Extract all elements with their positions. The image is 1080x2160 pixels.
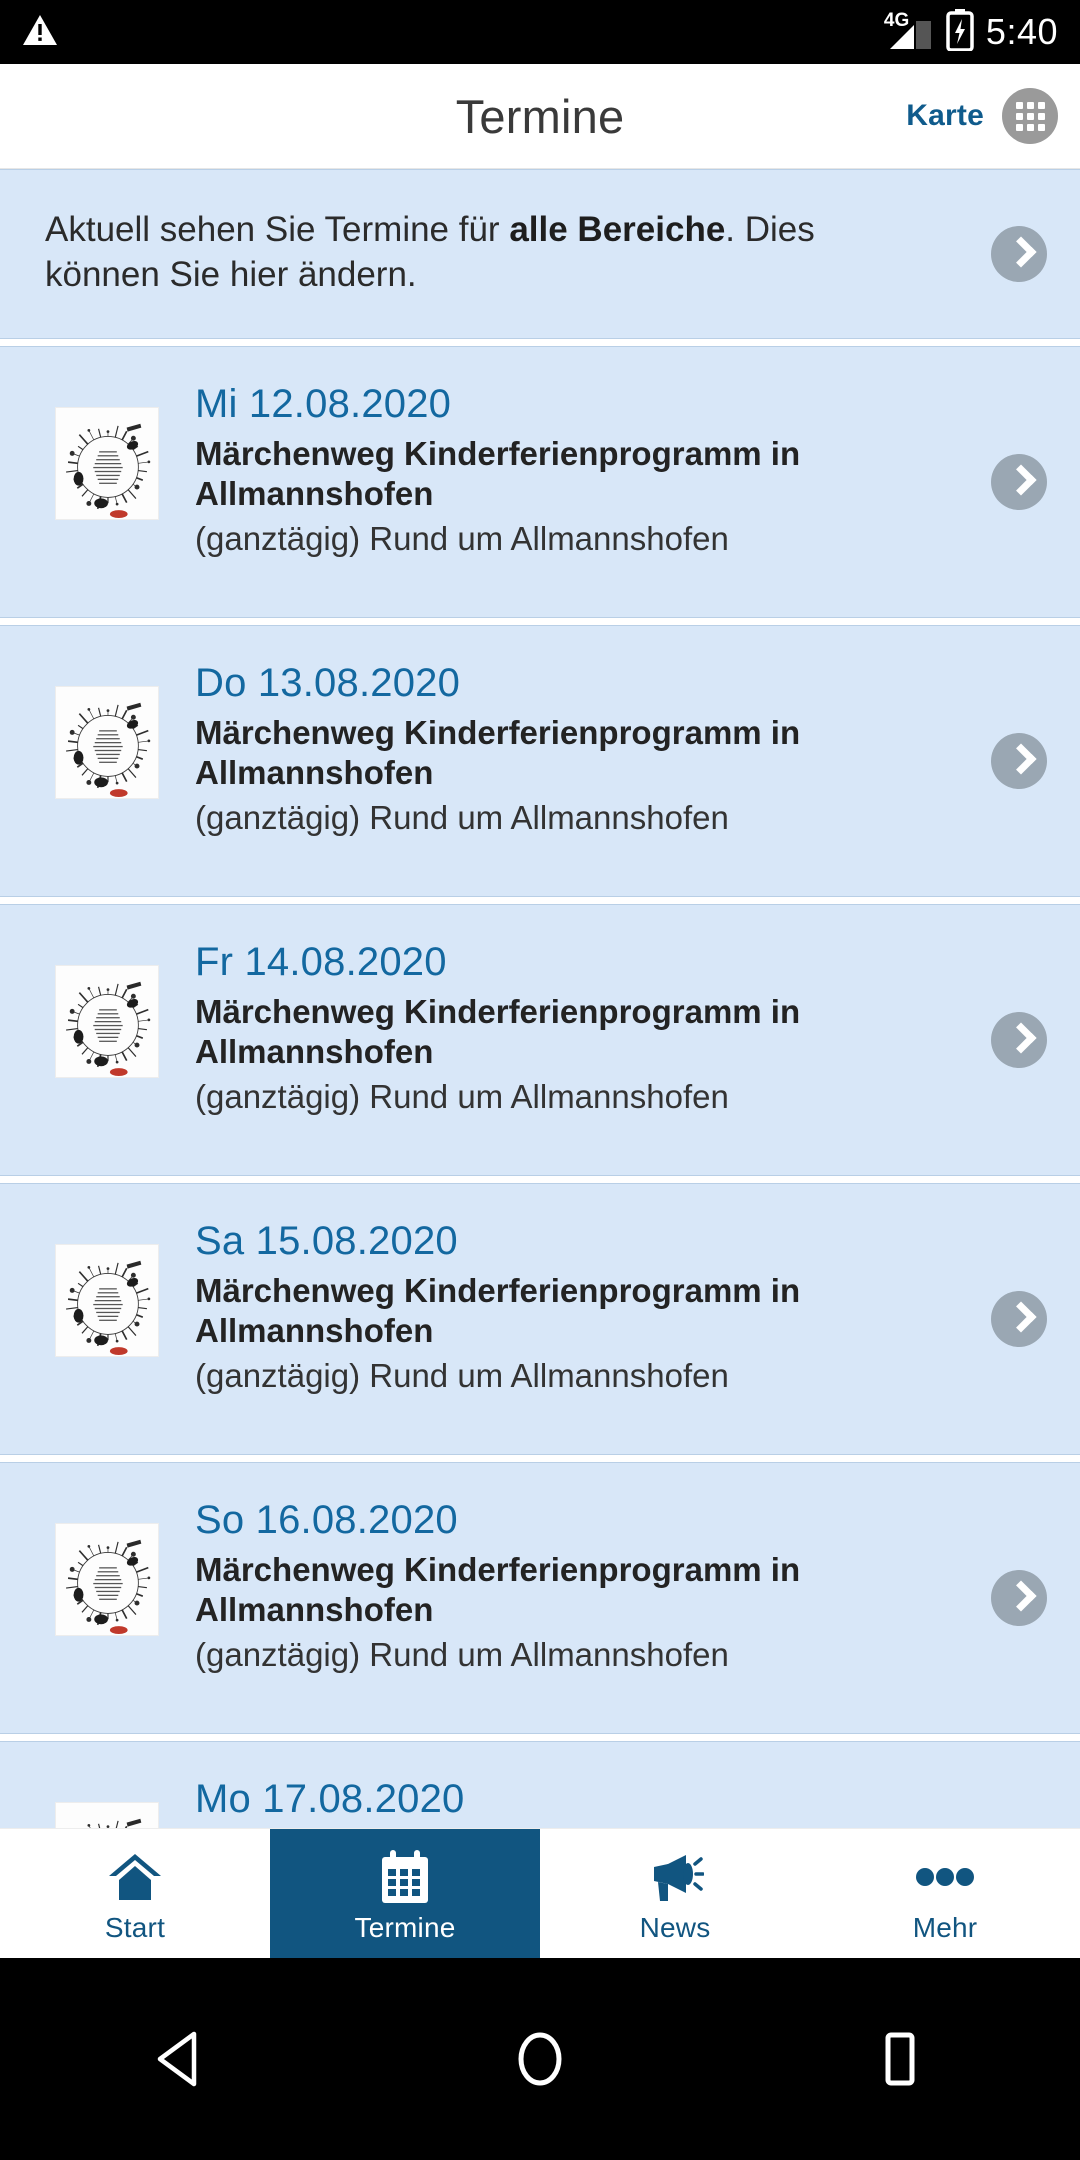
event-body: Sa 15.08.2020 Märchenweg Kinderferienprog… <box>195 1218 1080 1397</box>
home-circle-icon[interactable] <box>470 2004 610 2114</box>
calendar-icon <box>378 1850 432 1903</box>
filter-info-text: Aktuell sehen Sie Termine für alle Berei… <box>45 210 815 294</box>
event-flyer-thumbnail <box>55 1243 159 1357</box>
event-card[interactable]: Fr 14.08.2020 Märchenweg Kinderferienprog… <box>0 903 1080 1176</box>
tab-start[interactable]: Start <box>0 1829 270 1958</box>
event-title: Märchenweg Kinderferienprogramm in Allma… <box>195 992 801 1071</box>
more-dots-icon <box>916 1851 974 1903</box>
tab-label-start: Start <box>104 1912 166 1943</box>
tab-label-mehr: Mehr <box>912 1912 978 1943</box>
tab-label-termine: Termine <box>354 1912 456 1943</box>
apps-grid-icon[interactable] <box>1002 88 1058 144</box>
warning-triangle-icon <box>22 13 58 52</box>
status-bar-right: 4G 5:40 <box>884 8 1058 56</box>
event-date: Sa 15.08.2020 <box>195 1218 458 1263</box>
event-date: So 16.08.2020 <box>195 1497 458 1542</box>
events-host: Mi 12.08.2020 Märchenweg Kinderferienprog… <box>0 345 1080 1958</box>
battery-charging-icon <box>946 8 974 56</box>
header-actions: Karte <box>906 88 1058 144</box>
event-title: Märchenweg Kinderferienprogramm in Allma… <box>195 434 801 513</box>
bottom-tab-bar[interactable]: Start Termine News Mehr <box>0 1828 1080 1958</box>
event-date: Do 13.08.2020 <box>195 660 461 705</box>
event-body: So 16.08.2020 Märchenweg Kinderferienprog… <box>195 1497 1080 1676</box>
tab-termine[interactable]: Termine <box>270 1829 540 1958</box>
status-bar-left <box>22 13 58 52</box>
event-card[interactable]: Sa 15.08.2020 Märchenweg Kinderferienprog… <box>0 1182 1080 1455</box>
event-title: Märchenweg Kinderferienprogramm in Allma… <box>195 1271 801 1350</box>
event-flyer-thumbnail <box>55 964 159 1078</box>
app-header: Termine Karte <box>0 64 1080 169</box>
android-nav-bar[interactable] <box>0 1958 1080 2160</box>
back-triangle-icon[interactable] <box>110 2004 250 2114</box>
event-flyer-thumbnail <box>55 406 159 520</box>
chevron-right-icon[interactable] <box>991 225 1047 282</box>
status-bar-clock: 5:40 <box>985 11 1058 52</box>
megaphone-icon <box>646 1851 704 1903</box>
event-flyer-thumbnail <box>55 685 159 799</box>
event-subtitle: (ganztägig) Rund um Allmannshofen <box>195 799 729 837</box>
events-list[interactable]: Aktuell sehen Sie Termine für alle Berei… <box>0 169 1080 1958</box>
tab-mehr[interactable]: Mehr <box>810 1829 1080 1958</box>
event-card[interactable]: Do 13.08.2020 Märchenweg Kinderferienprog… <box>0 624 1080 897</box>
chevron-right-icon[interactable] <box>991 732 1047 789</box>
event-body: Do 13.08.2020 Märchenweg Kinderferienprog… <box>195 660 1080 839</box>
event-subtitle: (ganztägig) Rund um Allmannshofen <box>195 520 729 558</box>
event-card[interactable]: Mi 12.08.2020 Märchenweg Kinderferienprog… <box>0 345 1080 618</box>
filter-info-banner[interactable]: Aktuell sehen Sie Termine für alle Berei… <box>0 169 1080 339</box>
event-body: Fr 14.08.2020 Märchenweg Kinderferienprog… <box>195 939 1080 1118</box>
event-date: Fr 14.08.2020 <box>195 939 447 984</box>
signal-bars-icon: 4G <box>884 11 934 51</box>
event-subtitle: (ganztägig) Rund um Allmannshofen <box>195 1357 729 1395</box>
network-type-label: 4G <box>883 10 910 31</box>
map-button[interactable]: Karte <box>906 99 984 133</box>
event-body: Mo 17.08.2020 <box>195 1776 1080 1829</box>
event-date: Mo 17.08.2020 <box>195 1776 465 1821</box>
event-body: Mi 12.08.2020 Märchenweg Kinderferienprog… <box>195 381 1080 560</box>
event-date: Mi 12.08.2020 <box>195 381 452 426</box>
event-subtitle: (ganztägig) Rund um Allmannshofen <box>195 1636 729 1674</box>
event-card[interactable]: So 16.08.2020 Märchenweg Kinderferienprog… <box>0 1461 1080 1734</box>
event-flyer-thumbnail <box>55 1522 159 1636</box>
event-subtitle: (ganztägig) Rund um Allmannshofen <box>195 1078 729 1116</box>
android-status-bar: 4G 5:40 <box>0 0 1080 64</box>
chevron-right-icon[interactable] <box>991 453 1047 510</box>
recents-square-icon[interactable] <box>830 2004 970 2114</box>
tab-news[interactable]: News <box>540 1829 810 1958</box>
chevron-right-icon[interactable] <box>991 1569 1047 1626</box>
home-icon <box>107 1851 163 1903</box>
chevron-right-icon[interactable] <box>991 1290 1047 1347</box>
tab-label-news: News <box>639 1912 711 1943</box>
chevron-right-icon[interactable] <box>991 1011 1047 1068</box>
event-title: Märchenweg Kinderferienprogramm in Allma… <box>195 1550 801 1629</box>
event-title: Märchenweg Kinderferienprogramm in Allma… <box>195 713 801 792</box>
